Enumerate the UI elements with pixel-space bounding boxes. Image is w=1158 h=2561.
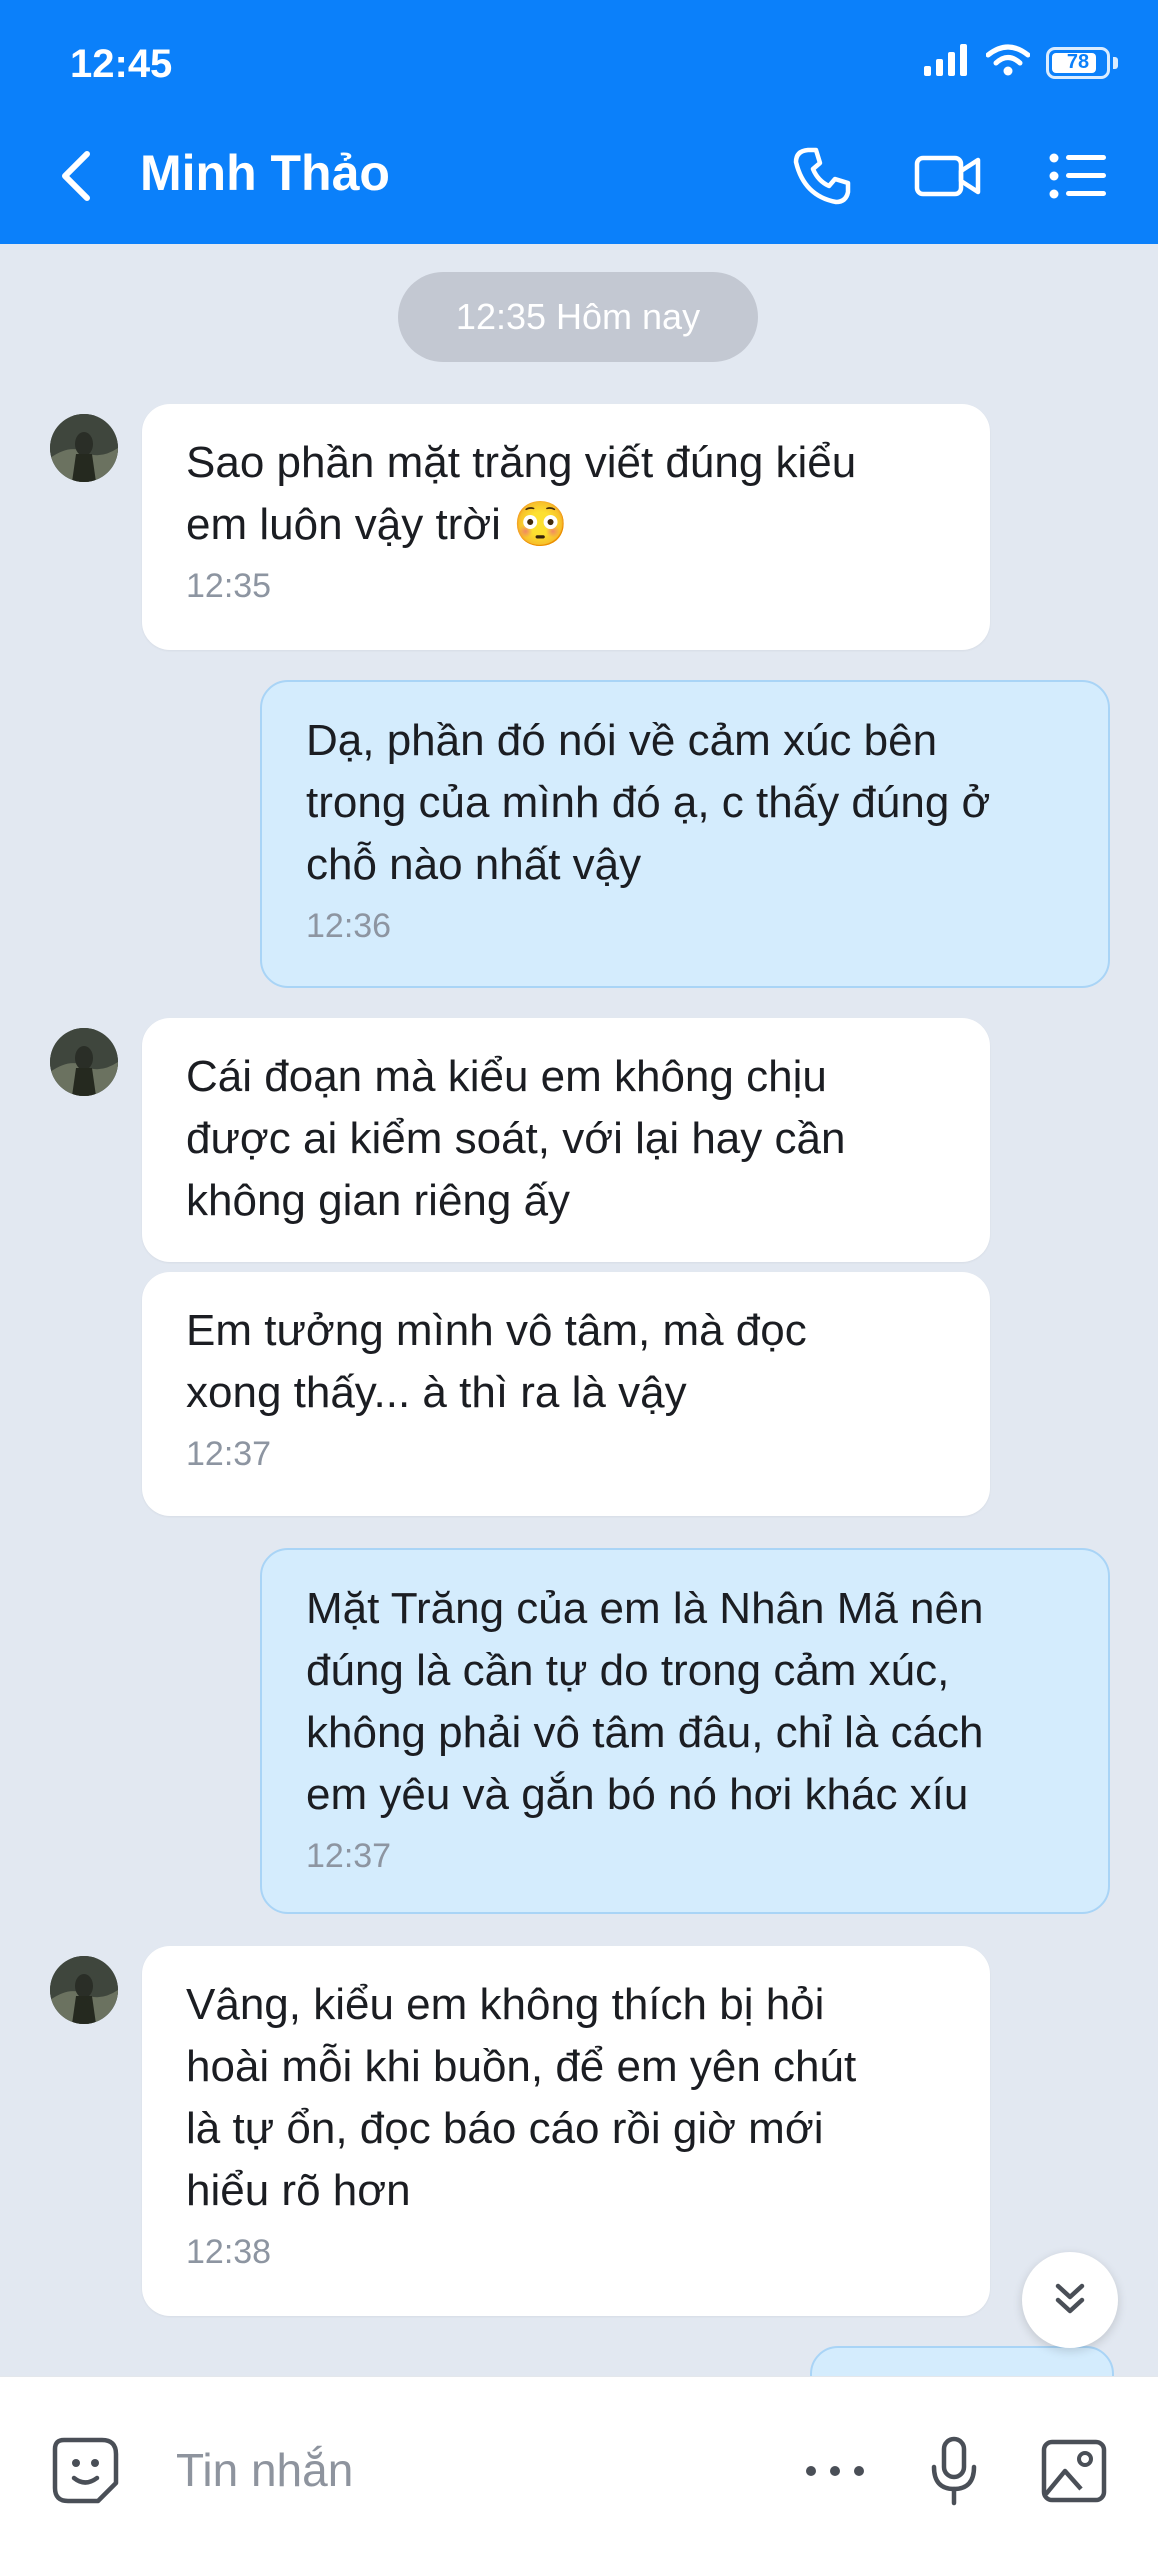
menu-button[interactable]	[1038, 140, 1118, 212]
more-horizontal-icon	[806, 2466, 864, 2476]
message-bubble-incoming[interactable]: Vâng, kiểu em không thích bị hỏi hoài mỗ…	[142, 1946, 990, 2316]
scroll-to-bottom-button[interactable]	[1022, 2252, 1118, 2348]
message-bubble-outgoing[interactable]: Mặt Trăng của em là Nhân Mã nên đúng là …	[260, 1548, 1110, 1914]
message-time: 12:38	[186, 2233, 272, 2271]
microphone-icon	[931, 2436, 977, 2506]
message-bubble-incoming[interactable]: Em tưởng mình vô tâm, mà đọc xong thấy..…	[142, 1272, 990, 1516]
message-input[interactable]: Tin nhắn	[176, 2435, 756, 2505]
message-text-line: em luôn vậy trời 😳	[186, 500, 568, 549]
message-text-line: xong thấy... à thì ra là vậy	[186, 1368, 687, 1417]
message-text-line: Mặt Trăng của em là Nhân Mã nên	[306, 1584, 984, 1633]
contact-name[interactable]: Minh Thảo	[140, 144, 390, 202]
voice-record-button[interactable]	[914, 2431, 994, 2511]
message-text-line: Cái đoạn mà kiểu em không chịu	[186, 1052, 827, 1101]
gallery-button[interactable]	[1034, 2431, 1114, 2511]
message-composer: Tin nhắn	[0, 2376, 1158, 2561]
message-time: 12:37	[306, 1837, 392, 1875]
battery-tip	[1113, 56, 1118, 69]
message-text-line: Em tưởng mình vô tâm, mà đọc	[186, 1306, 807, 1355]
message-time: 12:36	[306, 907, 392, 945]
message-text-line: đúng là cần tự do trong cảm xúc,	[306, 1646, 950, 1695]
message-bubble-incoming[interactable]: Sao phần mặt trăng viết đúng kiểu em luô…	[142, 404, 990, 650]
video-call-button[interactable]	[908, 140, 988, 212]
chevron-left-icon	[62, 151, 90, 201]
message-text-line: không phải vô tâm đâu, chỉ là cách	[306, 1708, 984, 1757]
status-icons: 78	[924, 44, 1118, 81]
back-button[interactable]	[48, 145, 104, 207]
phone-icon	[793, 147, 851, 205]
message-text-line: là tự ổn, đọc báo cáo rồi giờ mới	[186, 2104, 824, 2153]
message-bubble-incoming[interactable]: Cái đoạn mà kiểu em không chịu được ai k…	[142, 1018, 990, 1262]
message-text-line: được ai kiểm soát, với lại hay cần	[186, 1114, 846, 1163]
contact-avatar[interactable]	[50, 1956, 118, 2024]
list-menu-icon	[1049, 153, 1106, 199]
message-time: 12:37	[186, 1435, 272, 1473]
battery-level: 78	[1066, 51, 1090, 73]
header-bar: 12:45 78 Minh Thảo	[0, 0, 1158, 244]
sticker-button[interactable]	[46, 2431, 126, 2511]
sticker-smiley-icon	[52, 2437, 119, 2504]
contact-avatar[interactable]	[50, 1028, 118, 1096]
voice-call-button[interactable]	[782, 140, 862, 212]
double-chevron-down-icon	[1055, 2283, 1085, 2314]
contact-avatar[interactable]	[50, 414, 118, 482]
message-time: 12:35	[186, 567, 272, 605]
message-text-line: Vâng, kiểu em không thích bị hỏi	[186, 1980, 825, 2029]
status-time: 12:45	[70, 42, 173, 86]
date-divider: 12:35 Hôm nay	[398, 272, 758, 362]
message-text-line: Sao phần mặt trăng viết đúng kiểu	[186, 438, 857, 487]
message-text-line: chỗ nào nhất vậy	[306, 840, 642, 889]
more-options-button[interactable]	[795, 2431, 875, 2511]
message-text-line: hoài mỗi khi buồn, để em yên chút	[186, 2042, 857, 2091]
wifi-icon	[985, 44, 1031, 81]
cellular-signal-icon	[924, 44, 970, 81]
message-bubble-outgoing[interactable]: Dạ, phần đó nói về cảm xúc bên trong của…	[260, 680, 1110, 988]
message-text-line: hiểu rõ hơn	[186, 2166, 411, 2215]
message-text-line: Dạ, phần đó nói về cảm xúc bên	[306, 716, 938, 765]
message-text-line: em yêu và gắn bó nó hơi khác xíu	[306, 1770, 969, 1819]
video-camera-icon	[914, 155, 981, 197]
image-gallery-icon	[1041, 2439, 1107, 2503]
message-text-line: không gian riêng ấy	[186, 1176, 571, 1225]
message-text-line: trong của mình đó ạ, c thấy đúng ở	[306, 778, 991, 827]
battery-icon: 78	[1046, 46, 1110, 79]
